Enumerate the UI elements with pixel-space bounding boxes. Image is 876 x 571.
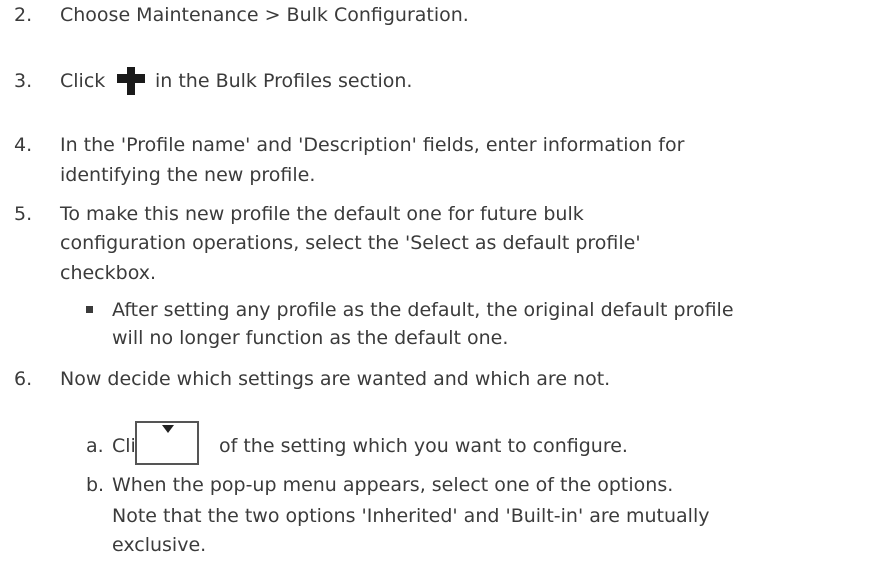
step-6b-note-line-1: Note that the two options 'Inherited' an… bbox=[112, 505, 710, 527]
step-4-line-2: identifying the new profile. bbox=[60, 164, 316, 186]
document-page: 2. Choose Maintenance > Bulk Configurati… bbox=[0, 0, 876, 571]
step-3-post: in the Bulk Profiles section. bbox=[155, 70, 413, 92]
plus-icon bbox=[117, 67, 145, 95]
dropdown-icon bbox=[135, 421, 199, 465]
step-6a-post: of the setting which you want to configu… bbox=[219, 435, 628, 457]
step-5-line-2: configuration operations, select the 'Se… bbox=[60, 232, 641, 254]
step-6-text: Now decide which settings are wanted and… bbox=[60, 368, 611, 390]
step-4-line-1: In the 'Profile name' and 'Description' … bbox=[60, 134, 685, 156]
bullet-marker bbox=[86, 306, 93, 313]
step-5-line-3: checkbox. bbox=[60, 262, 157, 284]
step-3-pre: Click bbox=[60, 70, 106, 92]
step-6a-label: a. bbox=[86, 435, 104, 457]
step-5-bullet-line-1: After setting any profile as the default… bbox=[112, 299, 734, 321]
step-4-number: 4. bbox=[14, 134, 33, 156]
step-3-number: 3. bbox=[14, 70, 33, 92]
step-5-number: 5. bbox=[14, 203, 33, 225]
step-2-text: Choose Maintenance > Bulk Configuration. bbox=[60, 4, 469, 26]
step-5-bullet-line-2: will no longer function as the default o… bbox=[112, 327, 509, 349]
step-6b-text: When the pop-up menu appears, select one… bbox=[112, 474, 674, 496]
step-2-number: 2. bbox=[14, 4, 33, 26]
dropdown-arrow-icon bbox=[162, 425, 174, 433]
step-6b-note-line-2: exclusive. bbox=[112, 534, 207, 556]
step-6-number: 6. bbox=[14, 368, 33, 390]
step-5-line-1: To make this new profile the default one… bbox=[60, 203, 584, 225]
step-6b-label: b. bbox=[86, 474, 105, 496]
